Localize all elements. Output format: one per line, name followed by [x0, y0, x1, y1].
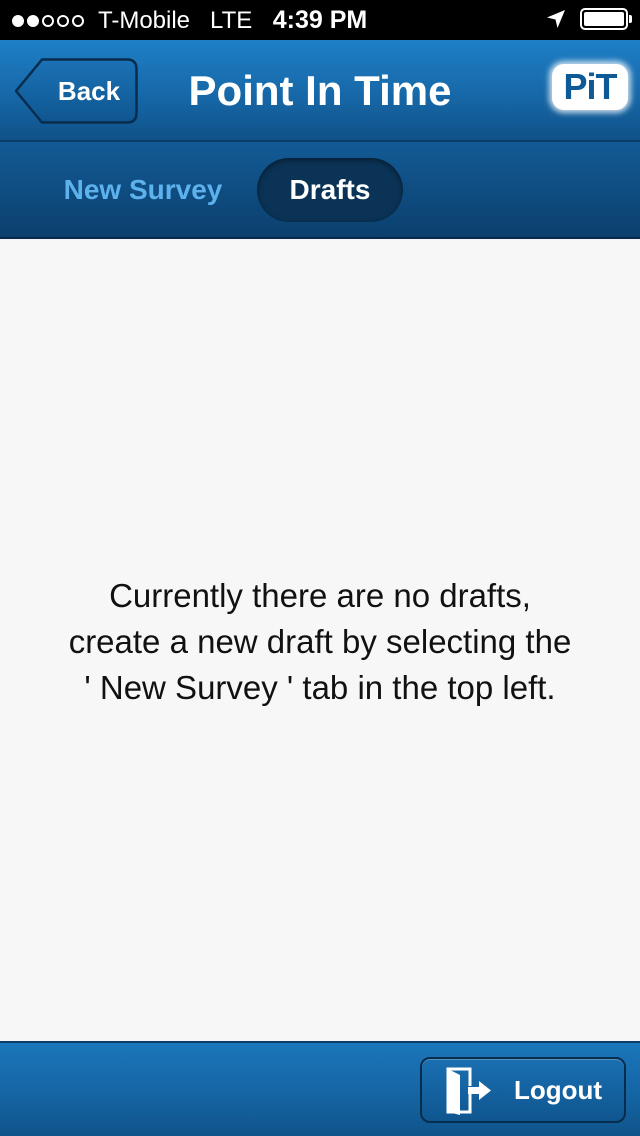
status-bar: T-Mobile LTE 4:39 PM: [0, 0, 640, 40]
tab-new-survey[interactable]: New Survey: [50, 158, 236, 222]
battery-level: [584, 12, 624, 26]
logout-label: Logout: [514, 1075, 603, 1105]
screen: T-Mobile LTE 4:39 PM Back Point In Time …: [0, 0, 640, 1136]
logout-button[interactable]: Logout: [420, 1057, 626, 1123]
status-right: [546, 8, 632, 30]
page-title: Point In Time: [188, 67, 452, 114]
status-time: 4:39 PM: [272, 6, 368, 34]
pit-logo: PiT: [552, 64, 628, 110]
exit-door-icon: [446, 1067, 491, 1115]
logo-text: PiT: [563, 66, 617, 107]
back-button[interactable]: Back: [14, 58, 138, 124]
drafts-content: Currently there are no drafts, create a …: [0, 239, 640, 1041]
back-button-label: Back: [57, 76, 121, 106]
tab-bar: New Survey Drafts: [0, 142, 640, 239]
empty-drafts-message: Currently there are no drafts, create a …: [68, 577, 572, 706]
navigation-bar: Back Point In Time PiT: [0, 40, 640, 142]
tab-drafts[interactable]: Drafts: [257, 158, 403, 222]
location-arrow-icon: [547, 10, 565, 28]
bottom-toolbar: Logout: [0, 1041, 640, 1136]
battery-icon: [580, 8, 632, 30]
